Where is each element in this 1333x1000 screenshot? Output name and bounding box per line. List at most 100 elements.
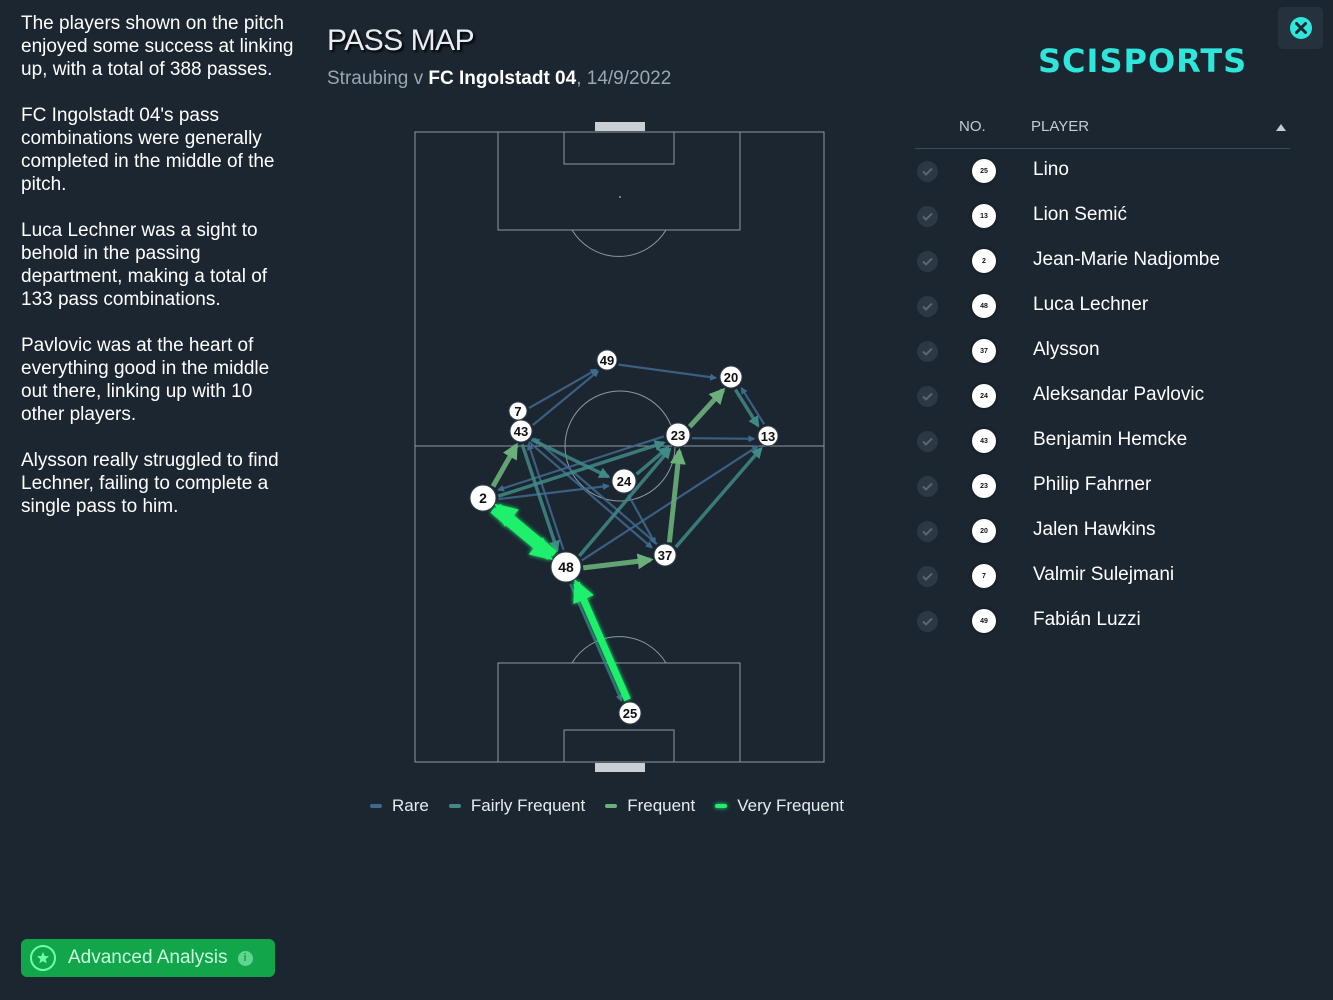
player-name: Aleksandar Pavlovic xyxy=(1033,384,1205,405)
player-name: Jalen Hawkins xyxy=(1033,519,1156,540)
top-goal xyxy=(595,122,645,131)
pass-link-2-to-48 xyxy=(490,507,553,561)
page-title: PASS MAP xyxy=(327,24,475,57)
player-node-2[interactable]: 2 xyxy=(469,484,497,512)
player-node-label: 13 xyxy=(761,429,775,444)
player-roster: NO. PLAYER 25 Lino 13 Lion Semić 2 Jean-Marie… xyxy=(915,112,1290,644)
shirt-number-badge: 7 xyxy=(972,564,996,588)
roster-row[interactable]: 7 Valmir Sulejmani xyxy=(915,554,1290,599)
player-node-43[interactable]: 43 xyxy=(509,419,533,443)
check-icon[interactable] xyxy=(917,386,938,407)
roster-row[interactable]: 20 Jalen Hawkins xyxy=(915,509,1290,554)
shirt-number-badge: 43 xyxy=(972,429,996,453)
match-date: 14/9/2022 xyxy=(586,68,672,89)
check-icon[interactable] xyxy=(917,566,938,587)
scisports-logo: SCISPORTS xyxy=(1038,42,1248,80)
top-penalty-box xyxy=(497,131,741,231)
advanced-analysis-button[interactable]: Advanced Analysis i xyxy=(21,939,275,977)
player-node-label: 2 xyxy=(479,490,487,506)
player-node-37[interactable]: 37 xyxy=(653,543,677,567)
player-node-13[interactable]: 13 xyxy=(757,425,779,447)
player-node-label: 43 xyxy=(514,424,528,439)
roster-row[interactable]: 49 Fabián Luzzi xyxy=(915,599,1290,644)
legend-label-very-frequent: Very Frequent xyxy=(737,796,845,815)
player-node-label: 24 xyxy=(617,474,632,489)
versus-label: v xyxy=(413,68,424,89)
column-header-number[interactable]: NO. xyxy=(959,118,986,135)
legend-item-frequent: Frequent xyxy=(605,796,695,816)
analysis-summary: The players shown on the pitch enjoyed s… xyxy=(21,12,296,541)
star-badge-icon xyxy=(30,945,56,971)
shirt-number-badge: 20 xyxy=(972,519,996,543)
player-node-label: 25 xyxy=(623,706,637,721)
check-icon[interactable] xyxy=(917,611,938,632)
match-subtitle: Straubing v FC Ingolstadt 04, 14/9/2022 xyxy=(327,68,672,89)
pitch-graphic: 49 20 7 43 23 13 24 2 37 48 25 xyxy=(414,122,825,772)
info-icon[interactable]: i xyxy=(237,950,253,966)
check-icon[interactable] xyxy=(917,341,938,362)
player-name: Valmir Sulejmani xyxy=(1033,564,1175,585)
roster-row[interactable]: 23 Philip Fahrner xyxy=(915,464,1290,509)
player-node-25[interactable]: 25 xyxy=(618,701,642,725)
advanced-analysis-label: Advanced Analysis xyxy=(68,947,228,968)
pass-map-pitch: 49 20 7 43 23 13 24 2 37 48 25 xyxy=(400,115,840,785)
legend-label-frequent: Frequent xyxy=(627,796,696,815)
bottom-goal xyxy=(595,763,645,772)
shirt-number-badge: 48 xyxy=(972,294,996,318)
legend-swatch-frequent xyxy=(605,804,618,808)
top-six-yard-box xyxy=(563,131,675,165)
roster-row[interactable]: 24 Aleksandar Pavlovic xyxy=(915,374,1290,419)
summary-paragraph-heart: Pavlovic was at the heart of everything … xyxy=(21,335,270,425)
player-node-24[interactable]: 24 xyxy=(611,468,637,494)
roster-row[interactable]: 37 Alysson xyxy=(915,329,1290,374)
shirt-number-badge: 13 xyxy=(972,204,996,228)
player-node-label: 48 xyxy=(558,559,574,575)
player-node-label: 49 xyxy=(600,353,614,368)
pass-link-2-to-43 xyxy=(490,442,519,488)
player-name: Philip Fahrner xyxy=(1033,474,1152,495)
roster-rows: 25 Lino 13 Lion Semić 2 Jean-Marie Nadjombe 48… xyxy=(915,149,1290,644)
pass-link-48-to-25 xyxy=(569,583,623,702)
roster-row[interactable]: 48 Luca Lechner xyxy=(915,284,1290,329)
legend-swatch-rare xyxy=(370,804,382,808)
check-icon[interactable] xyxy=(917,251,938,272)
roster-row[interactable]: 43 Benjamin Hemcke xyxy=(915,419,1290,464)
player-name: Benjamin Hemcke xyxy=(1033,429,1188,450)
home-team: Straubing xyxy=(327,68,409,89)
legend-label-fairly-frequent: Fairly Frequent xyxy=(470,796,586,815)
close-button[interactable] xyxy=(1278,7,1323,49)
summary-paragraph-combinations: FC Ingolstadt 04's pass combinations wer… xyxy=(21,105,275,195)
legend-swatch-very-frequent xyxy=(715,804,728,808)
check-icon[interactable] xyxy=(917,476,938,497)
sort-asc-icon[interactable] xyxy=(1276,124,1286,131)
roster-row[interactable]: 25 Lino xyxy=(915,149,1290,194)
check-icon[interactable] xyxy=(917,161,938,182)
player-node-20[interactable]: 20 xyxy=(719,365,743,389)
roster-row[interactable]: 2 Jean-Marie Nadjombe xyxy=(915,239,1290,284)
top-penalty-spot xyxy=(619,196,621,198)
pitch-outline xyxy=(414,131,825,763)
pass-link-23-to-20 xyxy=(687,387,726,429)
player-node-label: 20 xyxy=(724,370,738,385)
player-name: Luca Lechner xyxy=(1033,294,1149,315)
player-node-23[interactable]: 23 xyxy=(665,422,691,448)
pass-link-37-to-43 xyxy=(533,437,658,546)
player-node-label: 37 xyxy=(658,548,672,563)
pass-link-43-to-49 xyxy=(532,370,600,426)
player-node-label: 23 xyxy=(671,428,685,443)
summary-paragraph-struggle: Alysson really struggled to find Lechner… xyxy=(21,450,279,517)
check-icon[interactable] xyxy=(917,296,938,317)
column-header-player[interactable]: PLAYER xyxy=(1031,118,1089,135)
player-node-48[interactable]: 48 xyxy=(550,551,582,583)
summary-paragraph-top-passer: Luca Lechner was a sight to behold in th… xyxy=(21,220,268,310)
bottom-six-yard-box xyxy=(563,729,675,763)
check-icon[interactable] xyxy=(917,521,938,542)
shirt-number-badge: 49 xyxy=(972,609,996,633)
check-icon[interactable] xyxy=(917,431,938,452)
player-node-49[interactable]: 49 xyxy=(596,349,618,371)
player-node-7[interactable]: 7 xyxy=(508,401,528,421)
legend-label-rare: Rare xyxy=(392,796,429,815)
roster-row[interactable]: 13 Lion Semić xyxy=(915,194,1290,239)
player-name: Lion Semić xyxy=(1033,204,1127,225)
check-icon[interactable] xyxy=(917,206,938,227)
